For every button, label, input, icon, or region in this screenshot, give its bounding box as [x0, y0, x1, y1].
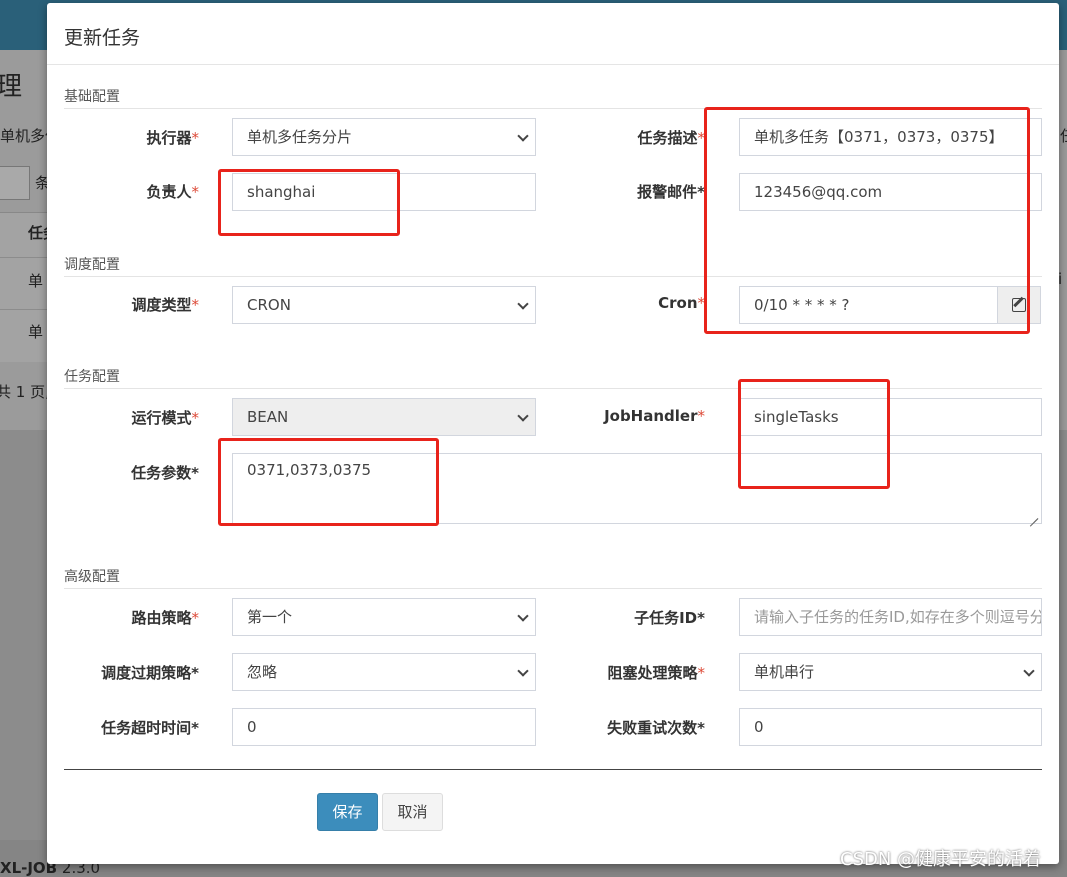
modal-title: 更新任务 [64, 27, 141, 49]
child-job-label: 子任务ID* [634, 609, 705, 627]
update-task-modal: 更新任务 基础配置 执行器* 单机多任务分片 任务描述* 单机多任务【0371，… [47, 3, 1059, 864]
background-page-title: 理 [0, 72, 23, 102]
cancel-button[interactable]: 取消 [382, 793, 443, 831]
run-mode-select: BEAN [232, 398, 536, 436]
fail-retry-input[interactable]: 0 [739, 708, 1042, 746]
block-strategy-select[interactable]: 单机串行 [739, 653, 1042, 691]
background-pagination: 共 1 页, [0, 383, 50, 401]
route-strategy-label: 路由策略* [131, 609, 199, 627]
job-param-label: 任务参数* [131, 464, 199, 482]
section-basic-config: 基础配置 [64, 86, 1042, 109]
executor-label: 执行器* [146, 129, 199, 147]
author-input[interactable]: shanghai [232, 173, 536, 211]
resize-grip-icon[interactable] [1028, 510, 1038, 520]
run-mode-label: 运行模式* [131, 409, 199, 427]
job-param-textarea[interactable] [232, 453, 1042, 524]
job-desc-input[interactable]: 单机多任务【0371，0373，0375】 [739, 118, 1042, 156]
watermark: CSDN @健康平安的活着 [840, 849, 1042, 870]
chevron-down-icon [517, 130, 529, 142]
background-row-1: 单 [28, 272, 44, 290]
chevron-down-icon [517, 610, 529, 622]
cron-input[interactable]: 0/10 * * * * ? [739, 286, 998, 324]
block-strategy-label: 阻塞处理策略* [607, 664, 705, 682]
cron-edit-button[interactable] [997, 286, 1041, 324]
timeout-input[interactable]: 0 [232, 708, 536, 746]
footer-divider [64, 769, 1042, 770]
job-handler-label: JobHandler* [604, 407, 705, 425]
chevron-down-icon [517, 298, 529, 310]
job-desc-label: 任务描述* [637, 129, 705, 147]
misfire-strategy-label: 调度过期策略* [101, 664, 199, 682]
misfire-strategy-select[interactable]: 忽略 [232, 653, 536, 691]
section-schedule-config: 调度配置 [64, 254, 1042, 277]
schedule-type-select[interactable]: CRON [232, 286, 536, 324]
section-task-config: 任务配置 [64, 366, 1042, 389]
route-strategy-select[interactable]: 第一个 [232, 598, 536, 636]
child-job-input[interactable]: 请输入子任务的任务ID,如存在多个则逗号分隔 [739, 598, 1042, 636]
executor-select[interactable]: 单机多任务分片 [232, 118, 536, 156]
modal-header: 更新任务 [47, 3, 1059, 65]
schedule-type-label: 调度类型* [131, 296, 199, 314]
chevron-down-icon [517, 410, 529, 422]
section-advanced-config: 高级配置 [64, 566, 1042, 589]
chevron-down-icon [517, 665, 529, 677]
timeout-label: 任务超时时间* [101, 719, 199, 737]
alarm-email-label: 报警邮件* [637, 183, 705, 201]
edit-icon [1012, 298, 1026, 312]
cron-label: Cron* [658, 294, 705, 312]
job-handler-input[interactable]: singleTasks [739, 398, 1042, 436]
save-button[interactable]: 保存 [317, 793, 378, 831]
author-label: 负责人* [146, 183, 199, 201]
background-right-cut-2: 任 [1060, 125, 1067, 146]
chevron-down-icon [1023, 665, 1035, 677]
background-row-2: 单 [28, 323, 44, 341]
background-page-size-select [0, 166, 30, 200]
fail-retry-label: 失败重试次数* [607, 719, 705, 737]
alarm-email-input[interactable]: 123456@qq.com [739, 173, 1042, 211]
